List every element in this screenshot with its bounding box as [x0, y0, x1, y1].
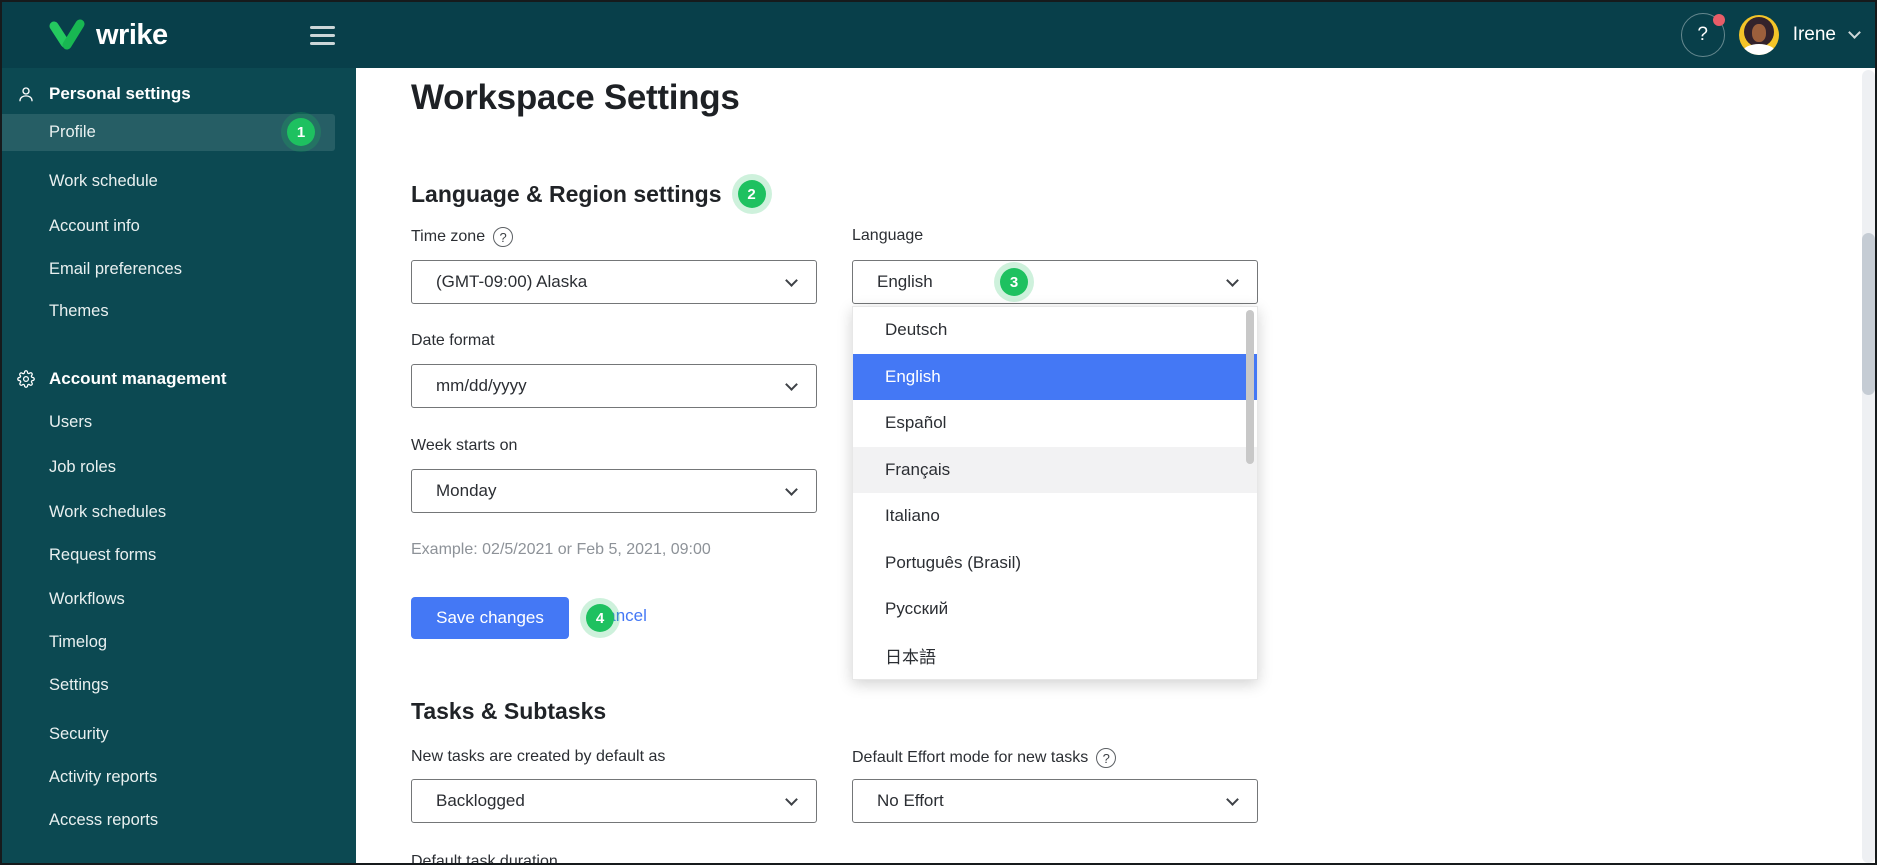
effort-mode-label: Default Effort mode for new tasks ?: [852, 748, 1117, 768]
chevron-down-icon: [785, 274, 798, 287]
help-icon[interactable]: ?: [1096, 748, 1117, 768]
chevron-down-icon[interactable]: [1848, 26, 1861, 39]
language-option-nihongo[interactable]: 日本語: [853, 633, 1257, 680]
annotation-badge-2: 2: [737, 180, 766, 208]
chevron-down-icon: [785, 483, 798, 496]
menu-button[interactable]: [310, 16, 348, 54]
sidebar-item-access-reports[interactable]: Access reports: [2, 802, 335, 839]
notification-dot: [1712, 14, 1725, 26]
question-mark-icon: ?: [1697, 24, 1708, 45]
language-label: Language: [852, 227, 924, 244]
language-select[interactable]: English 3: [852, 260, 1258, 304]
user-avatar[interactable]: [1738, 15, 1779, 55]
sidebar-item-profile[interactable]: Profile: [2, 114, 335, 151]
language-option-italiano[interactable]: Italiano: [853, 493, 1257, 540]
annotation-badge-3: 3: [1000, 268, 1028, 296]
topbar-right: ? Irene: [1680, 2, 1861, 68]
wrike-logo: wrike: [46, 2, 168, 68]
wrike-wordmark: wrike: [96, 18, 168, 51]
date-format-value: mm/dd/yyyy: [436, 376, 527, 395]
sidebar-item-job-roles[interactable]: Job roles: [2, 449, 335, 486]
sidebar-item-work-schedule[interactable]: Work schedule: [2, 163, 335, 200]
avatar-shirt: [1742, 44, 1775, 55]
sidebar-item-email-preferences[interactable]: Email preferences: [2, 251, 335, 288]
language-option-english[interactable]: English: [853, 353, 1257, 400]
section-heading-tasks-subtasks: Tasks & Subtasks: [411, 698, 607, 724]
section-heading-language-region: Language & Region settings: [411, 180, 722, 207]
sidebar-item-activity-reports[interactable]: Activity reports: [2, 759, 335, 796]
time-zone-value: (GMT-09:00) Alaska: [436, 272, 588, 291]
sidebar-item-request-forms[interactable]: Request forms: [2, 537, 335, 574]
time-zone-label: Time zone ?: [411, 227, 514, 247]
week-starts-on-select[interactable]: Monday: [411, 469, 817, 513]
menu-bar: [310, 33, 335, 37]
date-format-select[interactable]: mm/dd/yyyy: [411, 364, 817, 408]
new-tasks-default-label: New tasks are created by default as: [411, 748, 666, 765]
language-option-russkiy[interactable]: Русский: [853, 586, 1257, 633]
sidebar-item-themes[interactable]: Themes: [2, 293, 335, 330]
tasks-subtasks-heading-row: Tasks & Subtasks: [411, 698, 606, 725]
wrike-settings-window: wrike ? Irene Personal settings Profile …: [0, 0, 1877, 865]
user-name[interactable]: Irene: [1793, 24, 1836, 46]
help-button[interactable]: ?: [1680, 13, 1725, 57]
sidebar-item-security[interactable]: Security: [2, 716, 335, 753]
sidebar-item-users[interactable]: Users: [2, 404, 335, 441]
sidebar-section-account-management: Account management: [2, 364, 356, 394]
page-scrollbar-track[interactable]: [1862, 70, 1875, 863]
help-icon[interactable]: ?: [493, 227, 514, 247]
avatar-face: [1751, 24, 1766, 42]
sidebar-item-timelog[interactable]: Timelog: [2, 624, 335, 661]
week-starts-on-value: Monday: [436, 481, 497, 500]
language-region-heading-row: Language & Region settings 2: [411, 180, 766, 208]
chevron-down-icon: [785, 793, 798, 806]
chevron-down-icon: [1226, 274, 1239, 287]
dropdown-scrollbar-thumb[interactable]: [1246, 310, 1254, 464]
wrike-check-icon: [49, 19, 85, 50]
chevron-down-icon: [785, 378, 798, 391]
language-dropdown-list: Deutsch English Español Français Italian…: [852, 306, 1258, 680]
topbar: wrike ? Irene: [2, 2, 1875, 68]
settings-sidebar: Personal settings Profile 1 Work schedul…: [2, 68, 356, 863]
sidebar-item-settings[interactable]: Settings: [2, 667, 335, 704]
menu-bar: [310, 25, 335, 29]
date-example-text: Example: 02/5/2021 or Feb 5, 2021, 09:00: [411, 541, 711, 558]
new-tasks-default-select[interactable]: Backlogged: [411, 779, 817, 823]
person-icon: [17, 85, 35, 103]
main-content: Workspace Settings Language & Region set…: [356, 68, 1875, 863]
page-title: Workspace Settings: [411, 78, 740, 117]
week-starts-on-label: Week starts on: [411, 437, 518, 454]
language-option-espanol[interactable]: Español: [853, 400, 1257, 447]
date-format-label: Date format: [411, 332, 495, 349]
save-changes-button[interactable]: Save changes: [411, 597, 569, 639]
chevron-down-icon: [1226, 793, 1239, 806]
time-zone-select[interactable]: (GMT-09:00) Alaska: [411, 260, 817, 304]
new-tasks-default-value: Backlogged: [436, 791, 525, 810]
sidebar-item-workflows[interactable]: Workflows: [2, 581, 335, 618]
language-option-francais[interactable]: Français: [853, 446, 1257, 493]
sidebar-section-personal-settings: Personal settings: [2, 79, 356, 109]
gear-icon: [17, 370, 35, 388]
effort-mode-value: No Effort: [877, 791, 944, 810]
language-option-deutsch[interactable]: Deutsch: [853, 307, 1257, 354]
annotation-badge-4: 4: [586, 604, 614, 632]
language-option-portugues-brasil[interactable]: Português (Brasil): [853, 540, 1257, 587]
effort-mode-select[interactable]: No Effort: [852, 779, 1258, 823]
default-task-duration-label: Default task duration: [411, 853, 558, 863]
menu-bar: [310, 41, 335, 45]
annotation-badge-1: 1: [287, 118, 315, 146]
language-value: English: [877, 272, 933, 291]
sidebar-item-account-info[interactable]: Account info: [2, 208, 335, 245]
page-scrollbar-thumb[interactable]: [1862, 233, 1875, 395]
sidebar-item-work-schedules[interactable]: Work schedules: [2, 494, 335, 531]
